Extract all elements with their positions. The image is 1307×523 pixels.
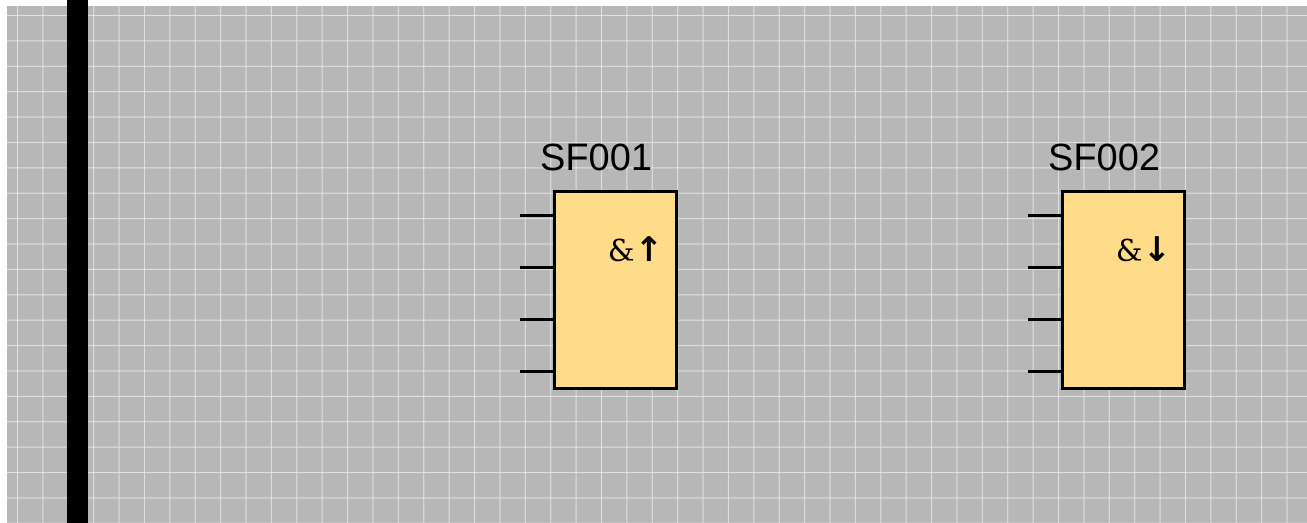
input-pin-1[interactable] [520,214,556,217]
and-symbol: & [607,234,635,269]
block-body[interactable]: &↑ [553,190,678,390]
and-edge-symbol: &↑ [608,233,663,267]
block-label: SF002 [1048,137,1160,179]
diagram-canvas[interactable]: SF001 &↑ SF002 &↓ [0,0,1307,523]
input-pin-3[interactable] [520,318,556,321]
canvas-left-margin [0,0,7,523]
block-label: SF001 [540,137,652,179]
function-block-sf002[interactable]: SF002 &↓ [1028,0,1208,390]
input-pin-2[interactable] [1028,266,1064,269]
falling-edge-arrow-icon: ↓ [1142,230,1172,270]
function-block-sf001[interactable]: SF001 &↑ [520,0,700,390]
and-edge-symbol: &↓ [1116,233,1171,267]
input-pin-3[interactable] [1028,318,1064,321]
block-body[interactable]: &↓ [1061,190,1186,390]
input-pin-4[interactable] [1028,370,1064,373]
rising-edge-arrow-icon: ↑ [634,230,664,270]
input-pin-1[interactable] [1028,214,1064,217]
input-pin-2[interactable] [520,266,556,269]
input-pin-4[interactable] [520,370,556,373]
left-power-rail [67,0,88,523]
and-symbol: & [1115,234,1143,269]
